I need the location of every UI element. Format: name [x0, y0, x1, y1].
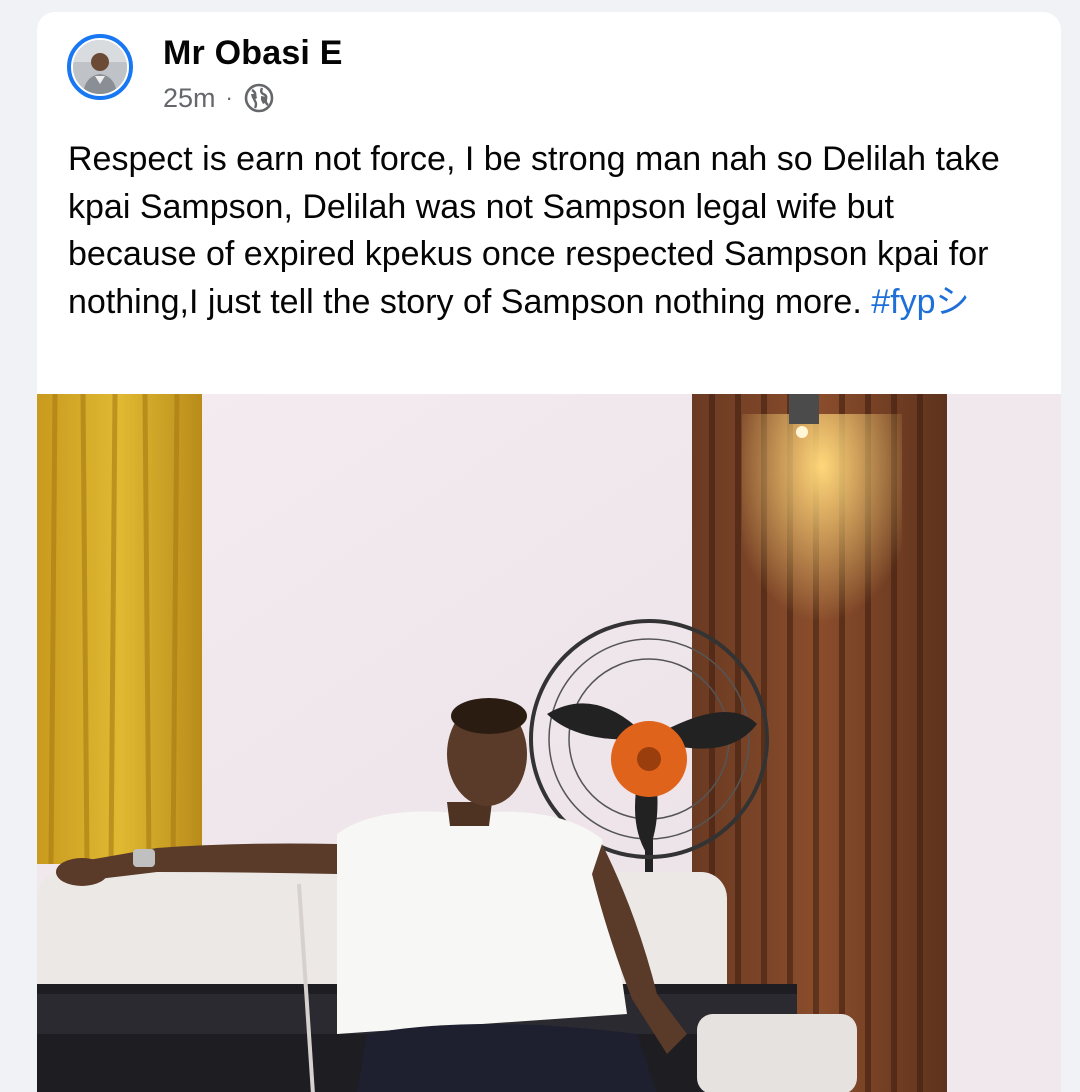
post-meta: 25m ·	[163, 82, 275, 114]
post-header: Mr Obasi E 25m ·	[37, 12, 1061, 122]
meta-separator: ·	[225, 85, 233, 110]
avatar-image	[73, 40, 127, 94]
author-avatar[interactable]	[67, 34, 133, 100]
globe-icon[interactable]	[243, 82, 275, 114]
post-text: Respect is earn not force, I be strong m…	[68, 136, 1028, 326]
hashtag-link[interactable]: #fypシ	[871, 283, 969, 321]
post-body: Respect is earn not force, I be strong m…	[68, 140, 1000, 321]
post-photo[interactable]	[37, 394, 1061, 1092]
post-card: Mr Obasi E 25m · Respect is earn not for…	[37, 12, 1061, 1092]
author-name[interactable]: Mr Obasi E	[163, 34, 343, 73]
post-time[interactable]: 25m	[163, 83, 216, 114]
